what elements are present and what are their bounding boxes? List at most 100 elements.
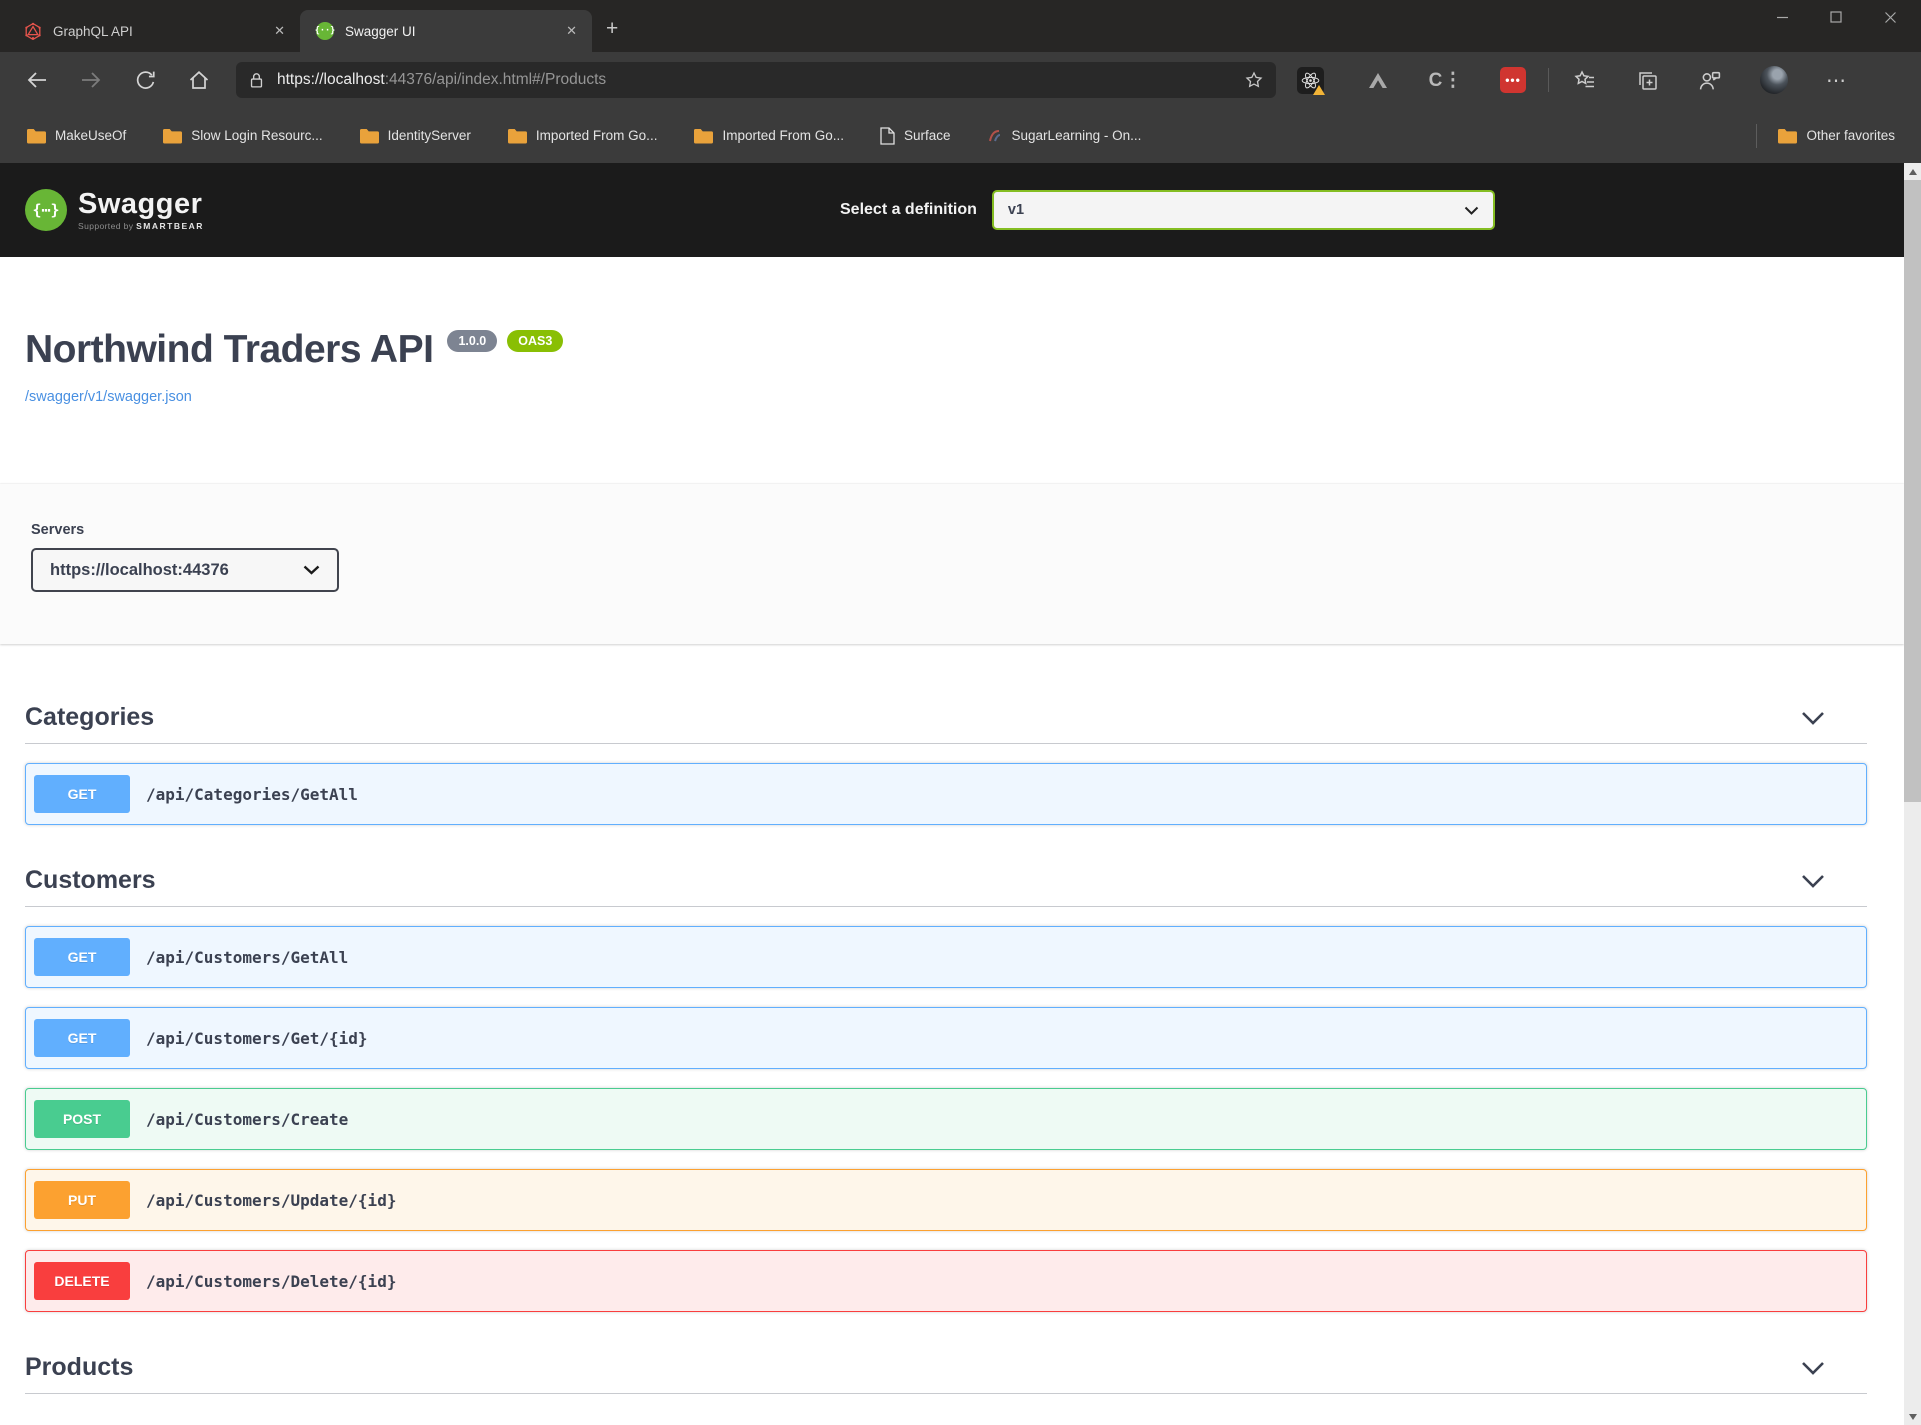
swagger-logo-icon: {⋯}	[25, 189, 67, 231]
lock-icon[interactable]	[248, 71, 265, 90]
bookmarks-separator	[1756, 124, 1757, 148]
endpoint-path: /api/Customers/Create	[146, 1110, 348, 1129]
other-favorites[interactable]: Other favorites	[1777, 128, 1895, 144]
definition-select[interactable]: v1	[992, 190, 1495, 230]
collections-icon[interactable]	[1635, 68, 1659, 92]
swagger-logo[interactable]: {⋯} Swagger Supported by SMARTBEAR	[25, 189, 204, 231]
swagger-topbar: {⋯} Swagger Supported by SMARTBEAR Selec…	[0, 163, 1904, 257]
folder-icon	[359, 128, 379, 144]
close-icon[interactable]: ✕	[267, 20, 292, 42]
swagger-icon: {··}	[316, 22, 334, 40]
bookmark-item[interactable]: Imported From Go...	[693, 128, 844, 144]
bookmark-item[interactable]: MakeUseOf	[26, 128, 126, 144]
more-options-icon[interactable]: ⋯	[1826, 68, 1847, 93]
bookmark-star-icon[interactable]	[1244, 70, 1264, 90]
endpoint-path: /api/Customers/GetAll	[146, 948, 348, 967]
endpoint-row[interactable]: GET /api/Customers/Get/{id}	[25, 1007, 1867, 1069]
folder-icon	[26, 128, 46, 144]
page-title: Northwind Traders API	[25, 327, 433, 373]
endpoint-path: /api/Customers/Update/{id}	[146, 1191, 396, 1210]
bookmark-item[interactable]: Surface	[880, 127, 951, 145]
page-icon	[880, 127, 895, 145]
browser-toolbar: https://localhost:44376/api/index.html#/…	[0, 52, 1921, 108]
method-badge: DELETE	[34, 1262, 130, 1300]
maximize-button[interactable]	[1825, 6, 1847, 28]
forward-button[interactable]	[76, 65, 106, 95]
minimize-button[interactable]	[1771, 6, 1793, 28]
page-content: {⋯} Swagger Supported by SMARTBEAR Selec…	[0, 163, 1904, 1425]
tab-swagger-ui[interactable]: {··} Swagger UI ✕	[300, 10, 592, 52]
endpoint-path: /api/Customers/Get/{id}	[146, 1029, 368, 1048]
tab-graphql-api[interactable]: GraphQL API ✕	[8, 10, 300, 52]
definition-label: Select a definition	[840, 201, 977, 219]
scrollbar-down-button[interactable]	[1904, 1408, 1921, 1425]
brand-title: Swagger	[78, 189, 204, 219]
chevron-down-icon[interactable]	[1801, 711, 1825, 725]
endpoint-list: GET /api/Categories/GetAll	[25, 763, 1867, 825]
tab-title: GraphQL API	[53, 24, 267, 39]
api-section: Products	[25, 1342, 1867, 1394]
api-section: Customers GET /api/Customers/GetAll GET …	[25, 855, 1867, 1312]
new-tab-button[interactable]: +	[606, 17, 618, 41]
bookmark-item[interactable]: Slow Login Resourc...	[162, 128, 322, 144]
person-feedback-icon[interactable]	[1697, 68, 1722, 93]
folder-icon	[162, 128, 182, 144]
endpoint-row[interactable]: POST /api/Customers/Create	[25, 1088, 1867, 1150]
folder-icon	[693, 128, 713, 144]
sugarlearning-icon	[987, 128, 1003, 144]
endpoint-row[interactable]: GET /api/Categories/GetAll	[25, 763, 1867, 825]
endpoint-row[interactable]: GET /api/Customers/GetAll	[25, 926, 1867, 988]
section-title[interactable]: Categories	[25, 703, 154, 732]
chevron-down-icon	[1464, 206, 1479, 215]
bookmark-item[interactable]: SugarLearning - On...	[987, 128, 1142, 144]
red-dots-extension-icon[interactable]: •••	[1500, 67, 1526, 93]
address-bar[interactable]: https://localhost:44376/api/index.html#/…	[236, 62, 1276, 98]
c-extension-icon[interactable]: C⋮	[1432, 66, 1460, 94]
scrollbar-up-button[interactable]	[1904, 163, 1921, 180]
bookmark-item[interactable]: Imported From Go...	[507, 128, 658, 144]
tab-title: Swagger UI	[345, 24, 559, 39]
spec-link[interactable]: /swagger/v1/swagger.json	[25, 389, 192, 405]
url-text: https://localhost:44376/api/index.html#/…	[277, 71, 606, 89]
refresh-button[interactable]	[130, 65, 160, 95]
bookmarks-bar: MakeUseOf Slow Login Resourc... Identity…	[0, 108, 1921, 163]
chevron-down-icon[interactable]	[1801, 1361, 1825, 1375]
mountain-extension-icon[interactable]	[1364, 66, 1392, 94]
scheme-container: Servers https://localhost:44376	[0, 484, 1904, 644]
method-badge: GET	[34, 775, 130, 813]
avatar[interactable]	[1760, 66, 1788, 94]
endpoint-path: /api/Customers/Delete/{id}	[146, 1272, 396, 1291]
favorites-icon[interactable]	[1573, 68, 1597, 92]
method-badge: GET	[34, 1019, 130, 1057]
section-title[interactable]: Products	[25, 1353, 133, 1382]
servers-label: Servers	[31, 522, 1867, 538]
section-header: Products	[25, 1342, 1867, 1394]
servers-select[interactable]: https://localhost:44376	[31, 548, 339, 592]
close-icon[interactable]: ✕	[559, 20, 584, 42]
version-badge: 1.0.0	[447, 330, 497, 352]
scrollbar-thumb[interactable]	[1904, 180, 1921, 802]
folder-icon	[507, 128, 527, 144]
close-window-button[interactable]	[1879, 6, 1901, 28]
endpoint-row[interactable]: PUT /api/Customers/Update/{id}	[25, 1169, 1867, 1231]
api-sections: Categories GET /api/Categories/GetAll Cu…	[0, 644, 1904, 1394]
method-badge: POST	[34, 1100, 130, 1138]
bookmark-item[interactable]: IdentityServer	[359, 128, 471, 144]
endpoint-row[interactable]: DELETE /api/Customers/Delete/{id}	[25, 1250, 1867, 1312]
home-button[interactable]	[184, 65, 214, 95]
back-button[interactable]	[22, 65, 52, 95]
section-header: Categories	[25, 692, 1867, 744]
method-badge: GET	[34, 938, 130, 976]
brand-subtitle: Supported by SMARTBEAR	[78, 221, 204, 231]
scrollbar[interactable]	[1904, 163, 1921, 1425]
section-title[interactable]: Customers	[25, 866, 156, 895]
endpoint-path: /api/Categories/GetAll	[146, 785, 358, 804]
chevron-down-icon[interactable]	[1801, 874, 1825, 888]
api-info: Northwind Traders API 1.0.0 OAS3 /swagge…	[0, 257, 1904, 406]
oas3-badge: OAS3	[507, 330, 563, 352]
section-header: Customers	[25, 855, 1867, 907]
endpoint-list: GET /api/Customers/GetAll GET /api/Custo…	[25, 926, 1867, 1312]
atom-extension-icon[interactable]	[1296, 66, 1324, 94]
browser-tab-strip: GraphQL API ✕ {··} Swagger UI ✕ +	[0, 0, 1921, 52]
api-section: Categories GET /api/Categories/GetAll	[25, 692, 1867, 825]
